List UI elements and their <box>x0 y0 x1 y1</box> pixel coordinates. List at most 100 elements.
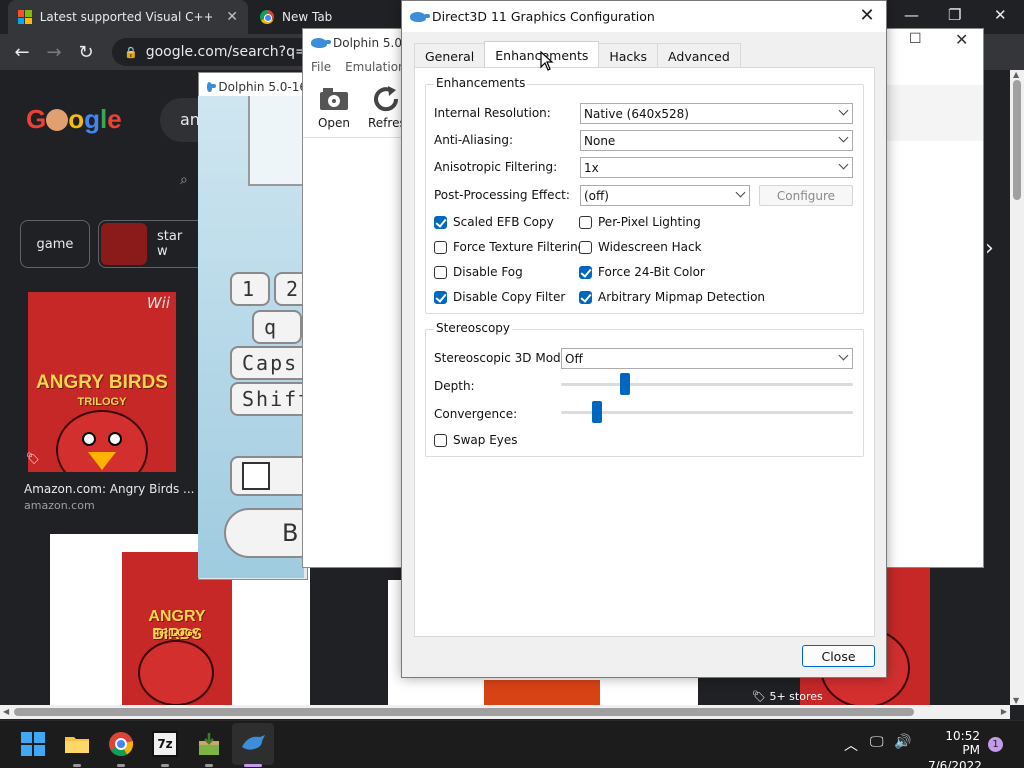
checkbox-label: Scaled EFB Copy <box>453 215 554 229</box>
configure-button[interactable]: Configure <box>759 185 853 206</box>
tab-label: Latest supported Visual C++ Redi <box>39 10 213 24</box>
close-window-icon[interactable]: ✕ <box>955 30 968 49</box>
minimize-icon[interactable]: — <box>904 6 919 24</box>
wii-key[interactable]: 2 <box>274 272 304 306</box>
back-arrow-icon[interactable]: ← <box>6 42 38 63</box>
clock-date: 7/6/2022 <box>928 759 982 768</box>
volume-icon[interactable]: 🔊 <box>894 734 911 750</box>
checkbox-box[interactable] <box>434 433 447 447</box>
anti-aliasing-select[interactable]: None <box>580 130 853 151</box>
chip-game[interactable]: game <box>20 220 90 268</box>
windows-logo-icon <box>18 10 32 24</box>
network-icon[interactable]: 🖵 <box>870 734 884 750</box>
horizontal-scrollbar[interactable]: ◀ ▶ <box>0 705 1010 719</box>
stereoscopy-group: Stereoscopy Stereoscopic 3D Mode: Off De… <box>425 321 864 457</box>
internal-resolution-label: Internal Resolution: <box>434 106 551 120</box>
chip-thumbnail <box>101 223 147 265</box>
checkbox-label: Widescreen Hack <box>598 240 702 254</box>
chevron-up-icon[interactable]: ︿ <box>844 735 858 755</box>
chevron-right-icon[interactable]: › <box>985 236 994 261</box>
product-thumbnail[interactable]: Wii ANGRY BIRDS TRILOGY <box>28 292 176 472</box>
dolphin-icon <box>311 38 331 48</box>
dolphin-icon <box>207 82 218 92</box>
notification-badge[interactable]: 1 <box>988 737 1003 752</box>
checkbox-box[interactable] <box>434 265 447 279</box>
open-label: Open <box>317 116 351 130</box>
checkbox-box[interactable] <box>434 240 447 254</box>
stereo-mode-select[interactable]: Off <box>561 348 853 369</box>
post-processing-select[interactable]: (off) <box>580 185 750 206</box>
wii-key-book[interactable] <box>230 456 304 496</box>
reload-icon[interactable]: ↻ <box>70 42 102 63</box>
checkbox-label: Arbitrary Mipmap Detection <box>598 290 766 304</box>
swap-eyes-checkbox[interactable]: Swap Eyes <box>434 433 518 447</box>
chevron-down-icon <box>838 105 849 116</box>
forward-arrow-icon[interactable]: → <box>38 42 70 63</box>
tab-advanced[interactable]: Advanced <box>657 43 741 68</box>
refresh-button[interactable]: Refres <box>368 86 406 130</box>
close-tab-icon[interactable]: ✕ <box>226 9 238 25</box>
checkbox-box[interactable] <box>434 215 447 229</box>
force-24bit-color-checkbox[interactable]: Force 24-Bit Color <box>579 265 705 279</box>
maximize-icon[interactable]: ☐ <box>909 31 922 47</box>
result-caption[interactable]: Amazon.com: Angry Birds ... <box>24 482 195 496</box>
anisotropic-filtering-label: Anisotropic Filtering: <box>434 160 558 174</box>
depth-slider[interactable] <box>561 373 853 395</box>
seven-zip-button[interactable]: 7z <box>152 731 178 757</box>
disable-fog-checkbox[interactable]: Disable Fog <box>434 265 523 279</box>
search-icon[interactable]: ⌕ <box>180 172 188 188</box>
close-button[interactable]: Close <box>802 645 875 667</box>
arbitrary-mipmap-detection-checkbox[interactable]: Arbitrary Mipmap Detection <box>579 290 765 304</box>
angry-bird-illustration <box>138 640 214 705</box>
taskbar-clock[interactable]: 10:52 PM 7/6/2022 <box>928 729 982 768</box>
dialog-close-icon[interactable]: ✕ <box>856 5 878 26</box>
dolphin-taskbar-button[interactable] <box>232 723 274 765</box>
tab-general[interactable]: General <box>414 43 486 68</box>
wii-key[interactable]: q <box>252 310 302 344</box>
internal-resolution-select[interactable]: Native (640x528) <box>580 103 853 124</box>
open-button[interactable]: Open <box>316 86 352 130</box>
checkbox-box[interactable] <box>579 290 592 304</box>
windows-taskbar: 7z ︿ 🖵 🔊 10:52 PM 7/6/2022 <box>0 720 1024 768</box>
disable-copy-filter-checkbox[interactable]: Disable Copy Filter <box>434 290 565 304</box>
installer-box-icon <box>199 733 219 755</box>
wii-key[interactable]: Shift <box>230 382 304 416</box>
checkbox-box[interactable] <box>434 290 447 304</box>
widescreen-hack-checkbox[interactable]: Widescreen Hack <box>579 240 702 254</box>
slider-track <box>561 383 853 386</box>
wii-key[interactable]: B <box>224 508 304 558</box>
file-explorer-button[interactable] <box>64 731 90 757</box>
google-doodle-logo[interactable]: Gogle <box>26 104 122 135</box>
anisotropic-filtering-select[interactable]: 1x <box>580 157 853 178</box>
checkbox-box[interactable] <box>579 215 592 229</box>
per-pixel-lighting-checkbox[interactable]: Per-Pixel Lighting <box>579 215 701 229</box>
product-thumbnail[interactable] <box>484 680 600 705</box>
checkbox-box[interactable] <box>579 265 592 279</box>
installer-button[interactable] <box>196 731 222 757</box>
chrome-tab-visual-cpp[interactable]: Latest supported Visual C++ Redi ✕ <box>8 0 248 34</box>
chip-star-wars[interactable]: star w <box>98 220 208 268</box>
scaled-efb-copy-checkbox[interactable]: Scaled EFB Copy <box>434 215 554 229</box>
chevron-down-icon <box>838 350 849 361</box>
wii-key[interactable]: Caps <box>230 346 304 380</box>
slider-thumb[interactable] <box>620 373 631 395</box>
restore-icon[interactable]: ❐ <box>948 6 961 24</box>
menu-file[interactable]: File <box>311 60 331 74</box>
taskbar-active-indicator <box>244 764 262 767</box>
close-window-icon[interactable]: ✕ <box>994 6 1007 24</box>
start-button[interactable] <box>20 731 46 757</box>
slider-thumb[interactable] <box>592 401 603 423</box>
checkbox-label: Disable Copy Filter <box>453 290 566 304</box>
chrome-taskbar-button[interactable] <box>108 731 134 757</box>
force-texture-filtering-checkbox[interactable]: Force Texture Filtering <box>434 240 585 254</box>
folder-icon <box>65 737 89 753</box>
convergence-slider[interactable] <box>561 401 853 423</box>
wii-key[interactable]: 1 <box>230 272 270 306</box>
menu-emulation[interactable]: Emulation <box>345 60 406 74</box>
bird-eye <box>108 432 122 446</box>
vertical-scrollbar[interactable]: ▲ ▼ <box>1010 70 1024 705</box>
checkbox-box[interactable] <box>579 240 592 254</box>
tab-hacks[interactable]: Hacks <box>598 43 659 68</box>
wii-keyboard-screen[interactable]: 1 2 q Caps Shift B <box>198 96 304 578</box>
tab-label: New Tab <box>282 10 333 24</box>
